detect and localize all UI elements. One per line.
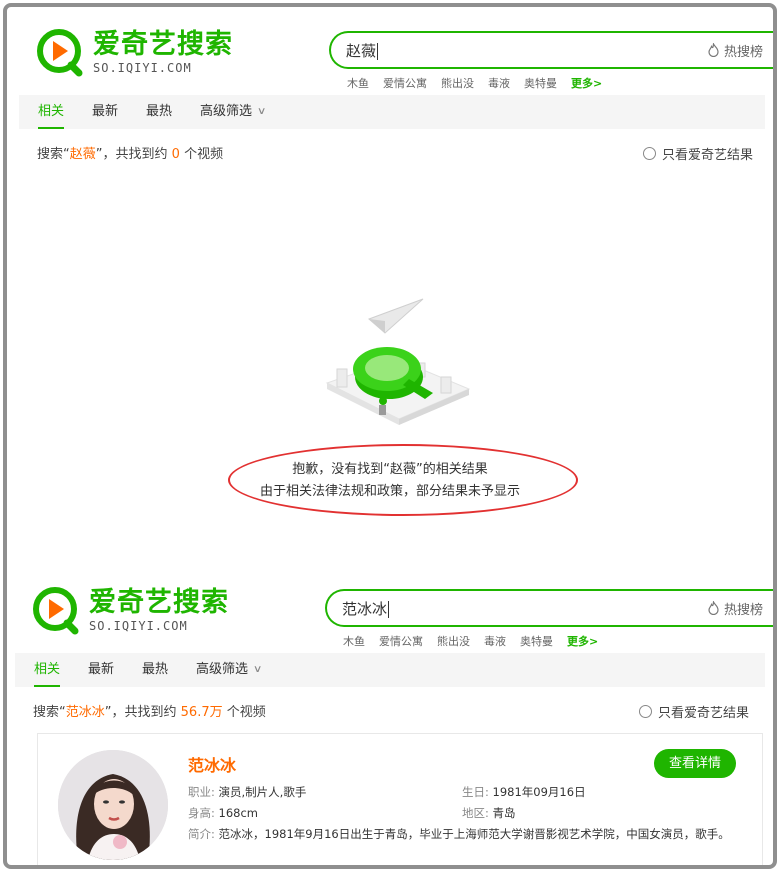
hot-word[interactable]: 奥特曼 <box>524 75 557 91</box>
tab-related[interactable]: 相关 <box>34 653 61 687</box>
hot-words: 木鱼 爱情公寓 熊出没 毒液 奥特曼 更多> <box>343 633 612 649</box>
hot-rank-label: 热搜榜 <box>723 44 763 60</box>
star-name[interactable]: 范冰冰 <box>188 752 236 776</box>
result-count-line: 搜索“范冰冰”，共找到约 56.7万 个视频 <box>33 705 266 720</box>
logo-subtitle: SO.IQIYI.COM <box>93 60 192 75</box>
hot-word[interactable]: 熊出没 <box>441 75 474 91</box>
search-input[interactable]: 赵薇 <box>346 40 707 61</box>
hot-words: 木鱼 爱情公寓 熊出没 毒液 奥特曼 更多> <box>347 75 616 91</box>
result-count: 0 <box>171 147 180 162</box>
tabs-bar: 相关 最新 最热 高级筛选 ∨ <box>19 95 765 129</box>
tab-advanced-filter[interactable]: 高级筛选 ∨ <box>200 95 267 129</box>
flame-icon <box>708 43 719 57</box>
tab-related[interactable]: 相关 <box>38 95 65 129</box>
region-field: 地区: 青岛 <box>462 806 516 820</box>
flame-icon <box>708 601 719 615</box>
iqiyi-logo-icon <box>31 585 81 635</box>
tab-advanced-filter[interactable]: 高级筛选 ∨ <box>196 653 263 687</box>
chevron-down-icon: ∨ <box>252 664 263 675</box>
star-card: 范冰冰 查看详情 职业: 演员,制片人,歌手 生日: 1981年09月16日 身… <box>37 733 763 865</box>
hot-word[interactable]: 爱情公寓 <box>383 75 427 91</box>
search-input[interactable]: 范冰冰 <box>342 598 707 619</box>
logo-subtitle: SO.IQIYI.COM <box>89 618 188 633</box>
result-count-line: 搜索“赵薇”，共找到约 0 个视频 <box>37 147 224 162</box>
iqiyi-only-toggle[interactable]: 只看爱奇艺结果 <box>643 144 753 163</box>
avatar[interactable] <box>58 750 168 860</box>
tab-hottest[interactable]: 最热 <box>146 95 172 129</box>
hot-word[interactable]: 木鱼 <box>347 75 369 91</box>
bio-field: 简介: 范冰冰，1981年9月16日出生于青岛，毕业于上海师范大学谢晋影视艺术学… <box>188 827 730 841</box>
height-field: 身高: 168cm <box>188 806 259 820</box>
hot-more-link[interactable]: 更多> <box>567 633 598 649</box>
hot-word[interactable]: 熊出没 <box>437 633 470 649</box>
tabs-bar: 相关 最新 最热 高级筛选 ∨ <box>15 653 765 687</box>
hot-rank-button[interactable]: 热搜榜 <box>707 599 763 618</box>
occupation-field: 职业: 演员,制片人,歌手 <box>188 785 307 799</box>
tab-latest[interactable]: 最新 <box>92 95 118 129</box>
query-highlight: 范冰冰 <box>65 705 105 720</box>
hot-rank-label: 热搜榜 <box>723 602 763 618</box>
magnifier-illustration-icon <box>325 298 471 425</box>
radio-icon <box>639 705 652 718</box>
logo[interactable]: 爱奇艺搜索 SO.IQIYI.COM <box>35 27 233 77</box>
search-page-fanbingbing: 爱奇艺搜索 SO.IQIYI.COM 范冰冰 热搜榜 木鱼 爱情公寓 熊出没 毒… <box>7 577 773 865</box>
birthday-field: 生日: 1981年09月16日 <box>462 785 586 799</box>
search-box[interactable]: 赵薇 热搜榜 <box>329 31 773 69</box>
query-highlight: 赵薇 <box>69 147 96 162</box>
iqiyi-logo-icon <box>35 27 85 77</box>
hot-word[interactable]: 木鱼 <box>343 633 365 649</box>
iqiyi-only-toggle[interactable]: 只看爱奇艺结果 <box>639 702 749 721</box>
hot-rank-button[interactable]: 热搜榜 <box>707 41 763 60</box>
view-detail-button[interactable]: 查看详情 <box>654 749 736 778</box>
hot-word[interactable]: 爱情公寓 <box>379 633 423 649</box>
screenshot-frame: 爱奇艺搜索 SO.IQIYI.COM 赵薇 热搜榜 木鱼 爱情公寓 熊出没 毒液… <box>3 3 777 869</box>
search-box[interactable]: 范冰冰 热搜榜 <box>325 589 773 627</box>
paper-plane-icon <box>368 298 424 334</box>
iqiyi-only-label: 只看爱奇艺结果 <box>662 148 754 163</box>
hot-word[interactable]: 毒液 <box>488 75 510 91</box>
hot-word[interactable]: 奥特曼 <box>520 633 553 649</box>
logo-title: 爱奇艺搜索 <box>89 586 229 618</box>
search-page-zhaowei: 爱奇艺搜索 SO.IQIYI.COM 赵薇 热搜榜 木鱼 爱情公寓 熊出没 毒液… <box>7 7 773 547</box>
logo[interactable]: 爱奇艺搜索 SO.IQIYI.COM <box>31 585 229 635</box>
annotation-ellipse <box>228 444 578 516</box>
result-count: 56.7万 <box>180 705 223 720</box>
radio-icon <box>643 147 656 160</box>
hot-word[interactable]: 毒液 <box>484 633 506 649</box>
logo-title: 爱奇艺搜索 <box>93 28 233 60</box>
hot-more-link[interactable]: 更多> <box>571 75 602 91</box>
chevron-down-icon: ∨ <box>256 106 267 117</box>
tab-latest[interactable]: 最新 <box>88 653 114 687</box>
iqiyi-only-label: 只看爱奇艺结果 <box>658 706 750 721</box>
tab-hottest[interactable]: 最热 <box>142 653 168 687</box>
